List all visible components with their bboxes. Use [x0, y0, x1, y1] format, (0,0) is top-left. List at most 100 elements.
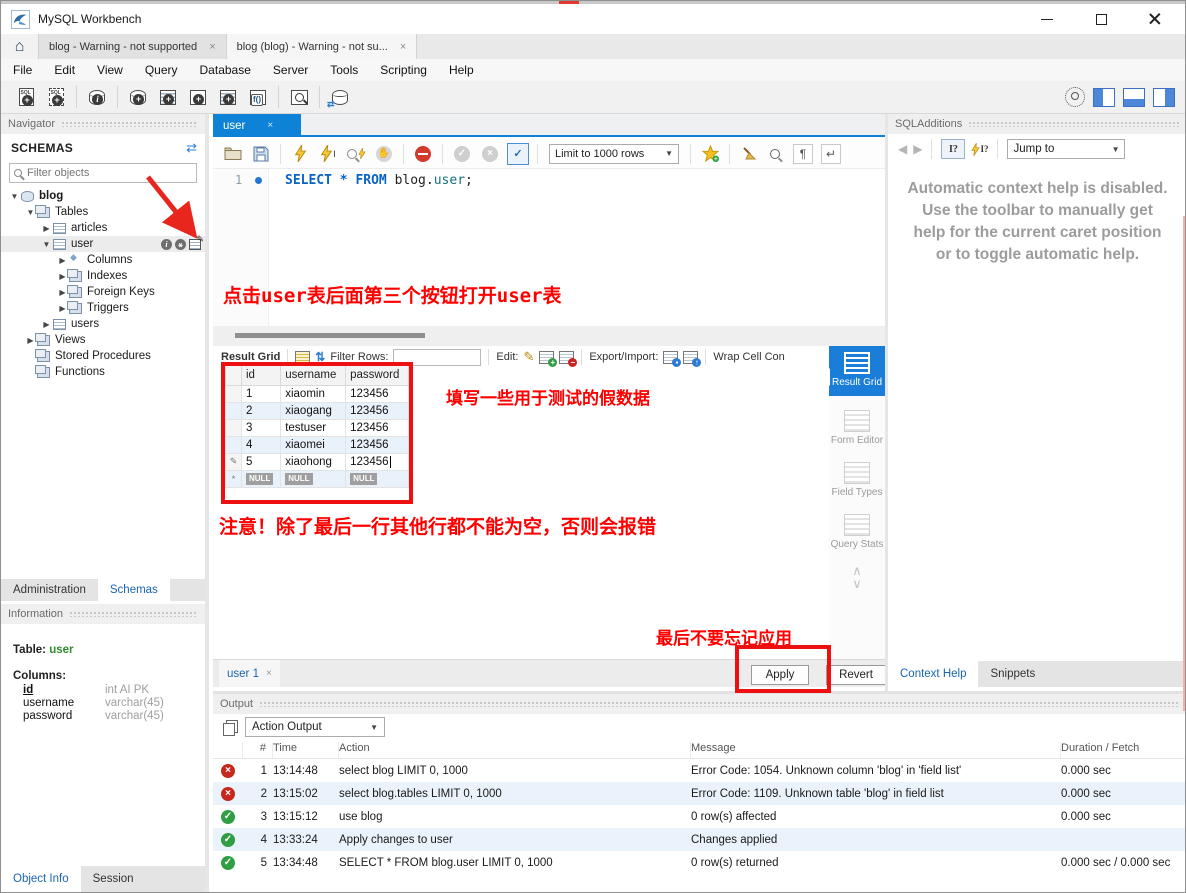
import-records-icon[interactable]: ↑ — [683, 351, 698, 364]
stop-icon[interactable]: ✋ — [372, 142, 396, 166]
tree-item-users[interactable]: ▶users — [1, 316, 205, 332]
search-table-data-icon[interactable] — [284, 84, 314, 110]
commit-icon[interactable]: ✓ — [450, 142, 474, 166]
inspector-icon[interactable] — [82, 84, 112, 110]
output-row[interactable]: × 2 13:15:02 select blog.tables LIMIT 0,… — [213, 782, 1186, 805]
revert-button[interactable]: Revert — [826, 665, 886, 685]
info-icon[interactable]: i — [161, 239, 172, 250]
limit-rows-dropdown[interactable]: Limit to 1000 rows ▼ — [549, 144, 679, 164]
tab-schemas[interactable]: Schemas — [98, 579, 170, 601]
tree-item-tables[interactable]: ▼Tables — [1, 204, 205, 220]
tab-session[interactable]: Session — [81, 866, 146, 892]
tree-item-columns[interactable]: ▶Columns — [1, 252, 205, 268]
output-type-dropdown[interactable]: Action Output ▼ — [245, 717, 385, 737]
create-function-icon[interactable] — [243, 84, 273, 110]
toggle-automatic-help-icon[interactable]: I? — [971, 137, 988, 161]
insert-row-icon[interactable]: + — [539, 351, 554, 364]
beautify-icon[interactable] — [737, 142, 761, 166]
menu-edit[interactable]: Edit — [54, 63, 75, 77]
notifications-icon[interactable] — [1065, 87, 1085, 107]
toggle-left-panel-icon[interactable] — [1093, 88, 1115, 107]
tab-snippets[interactable]: Snippets — [978, 661, 1047, 687]
col-header-username[interactable]: username — [281, 366, 346, 385]
tree-item-foreign-keys[interactable]: ▶Foreign Keys — [1, 284, 205, 300]
panel-result-grid[interactable]: Result Grid — [829, 346, 885, 396]
save-icon[interactable] — [249, 142, 273, 166]
menu-help[interactable]: Help — [449, 63, 474, 77]
menu-file[interactable]: File — [13, 63, 32, 77]
sql-code-editor[interactable]: 1 SELECT * FROM blog.user; 点击user表后面第三个按… — [213, 169, 885, 326]
editor-tab-user[interactable]: user × — [213, 114, 301, 137]
refresh-schemas-icon[interactable]: ⇄ — [186, 140, 197, 156]
schema-filter-input[interactable] — [27, 167, 192, 179]
execute-icon[interactable] — [288, 142, 312, 166]
connection-tab-blog-blog[interactable]: blog (blog) - Warning - not su... × — [227, 34, 418, 59]
tab-object-info[interactable]: Object Info — [1, 866, 81, 892]
grid-row[interactable]: 2 xiaogang 123456 — [226, 402, 409, 419]
tree-item-user[interactable]: ▼user i ⚹ — [1, 236, 205, 252]
close-tab-icon[interactable]: × — [266, 668, 272, 679]
tree-item-blog[interactable]: ▼blog — [1, 188, 205, 204]
forward-icon[interactable]: ▶ — [913, 142, 922, 156]
close-button[interactable] — [1141, 8, 1169, 30]
tree-item-indexes[interactable]: ▶Indexes — [1, 268, 205, 284]
grid-new-row[interactable]: * NULL NULL NULL — [226, 470, 409, 487]
open-file-icon[interactable] — [221, 142, 245, 166]
save-snippet-icon[interactable]: + — [698, 142, 722, 166]
scrollbar-thumb[interactable] — [235, 333, 425, 338]
menu-query[interactable]: Query — [145, 63, 178, 77]
output-row[interactable]: ✓ 4 13:33:24 Apply changes to user Chang… — [213, 828, 1186, 851]
schema-filter[interactable] — [9, 163, 197, 183]
close-tab-icon[interactable]: × — [400, 41, 406, 53]
menu-server[interactable]: Server — [273, 63, 308, 77]
back-icon[interactable]: ◀ — [898, 142, 907, 156]
tree-item-articles[interactable]: ▶articles — [1, 220, 205, 236]
tab-context-help[interactable]: Context Help — [888, 661, 978, 687]
table-data-icon[interactable] — [189, 239, 201, 250]
scroll-down-icon[interactable]: ∨ — [829, 577, 885, 590]
context-help-icon[interactable]: I? — [941, 139, 965, 159]
grid-row[interactable]: 4 xiaomei 123456 — [226, 436, 409, 453]
maximize-button[interactable] — [1087, 8, 1115, 30]
tree-item-stored-procedures[interactable]: Stored Procedures — [1, 348, 205, 364]
toggle-right-panel-icon[interactable] — [1153, 88, 1175, 107]
output-row[interactable]: ✓ 5 13:34:48 SELECT * FROM blog.user LIM… — [213, 851, 1186, 874]
edit-pencil-icon[interactable]: ✎ — [523, 349, 534, 365]
close-tab-icon[interactable]: × — [209, 41, 215, 53]
minimize-button[interactable] — [1033, 8, 1061, 30]
wrench-icon[interactable]: ⚹ — [175, 239, 186, 250]
tree-item-functions[interactable]: Functions — [1, 364, 205, 380]
new-sql-tab-icon[interactable] — [11, 84, 41, 110]
tree-item-views[interactable]: ▶Views — [1, 332, 205, 348]
col-header-id[interactable]: id — [242, 366, 281, 385]
open-sql-script-icon[interactable] — [41, 84, 71, 110]
explain-icon[interactable] — [344, 142, 368, 166]
rollback-icon[interactable]: × — [478, 142, 502, 166]
reconnect-dbms-icon[interactable]: ⇄ — [325, 84, 355, 110]
col-header-password[interactable]: password — [346, 366, 409, 385]
create-procedure-icon[interactable] — [213, 84, 243, 110]
result-tab-user1[interactable]: user 1 × — [219, 660, 280, 687]
output-row[interactable]: ✓ 3 13:15:12 use blog 0 row(s) affected … — [213, 805, 1186, 828]
menu-database[interactable]: Database — [200, 63, 251, 77]
copy-output-icon[interactable] — [223, 720, 237, 734]
jump-to-dropdown[interactable]: Jump to ▼ — [1007, 139, 1125, 159]
toggle-bottom-panel-icon[interactable] — [1123, 88, 1145, 107]
toggle-stop-on-error-icon[interactable] — [411, 142, 435, 166]
grid-row[interactable]: ✎ 5 xiaohong 123456 — [226, 453, 409, 470]
create-view-icon[interactable] — [183, 84, 213, 110]
export-recordset-icon[interactable]: ▪ — [663, 351, 678, 364]
find-icon[interactable] — [765, 142, 789, 166]
toggle-autocommit-icon[interactable]: ✓ — [506, 142, 530, 166]
grid-row[interactable]: 3 testuser 123456 — [226, 419, 409, 436]
connection-tab-blog[interactable]: blog - Warning - not supported × — [39, 34, 227, 59]
panel-query-stats[interactable]: Query Stats — [829, 510, 885, 550]
show-invisibles-icon[interactable]: ¶ — [793, 144, 813, 164]
panel-field-types[interactable]: Field Types — [829, 458, 885, 498]
toggle-wrap-icon[interactable]: ↵ — [821, 144, 841, 164]
create-schema-icon[interactable] — [123, 84, 153, 110]
delete-row-icon[interactable]: − — [559, 351, 574, 364]
menu-scripting[interactable]: Scripting — [380, 63, 427, 77]
menu-view[interactable]: View — [97, 63, 123, 77]
grid-row[interactable]: 1 xiaomin 123456 — [226, 385, 409, 402]
